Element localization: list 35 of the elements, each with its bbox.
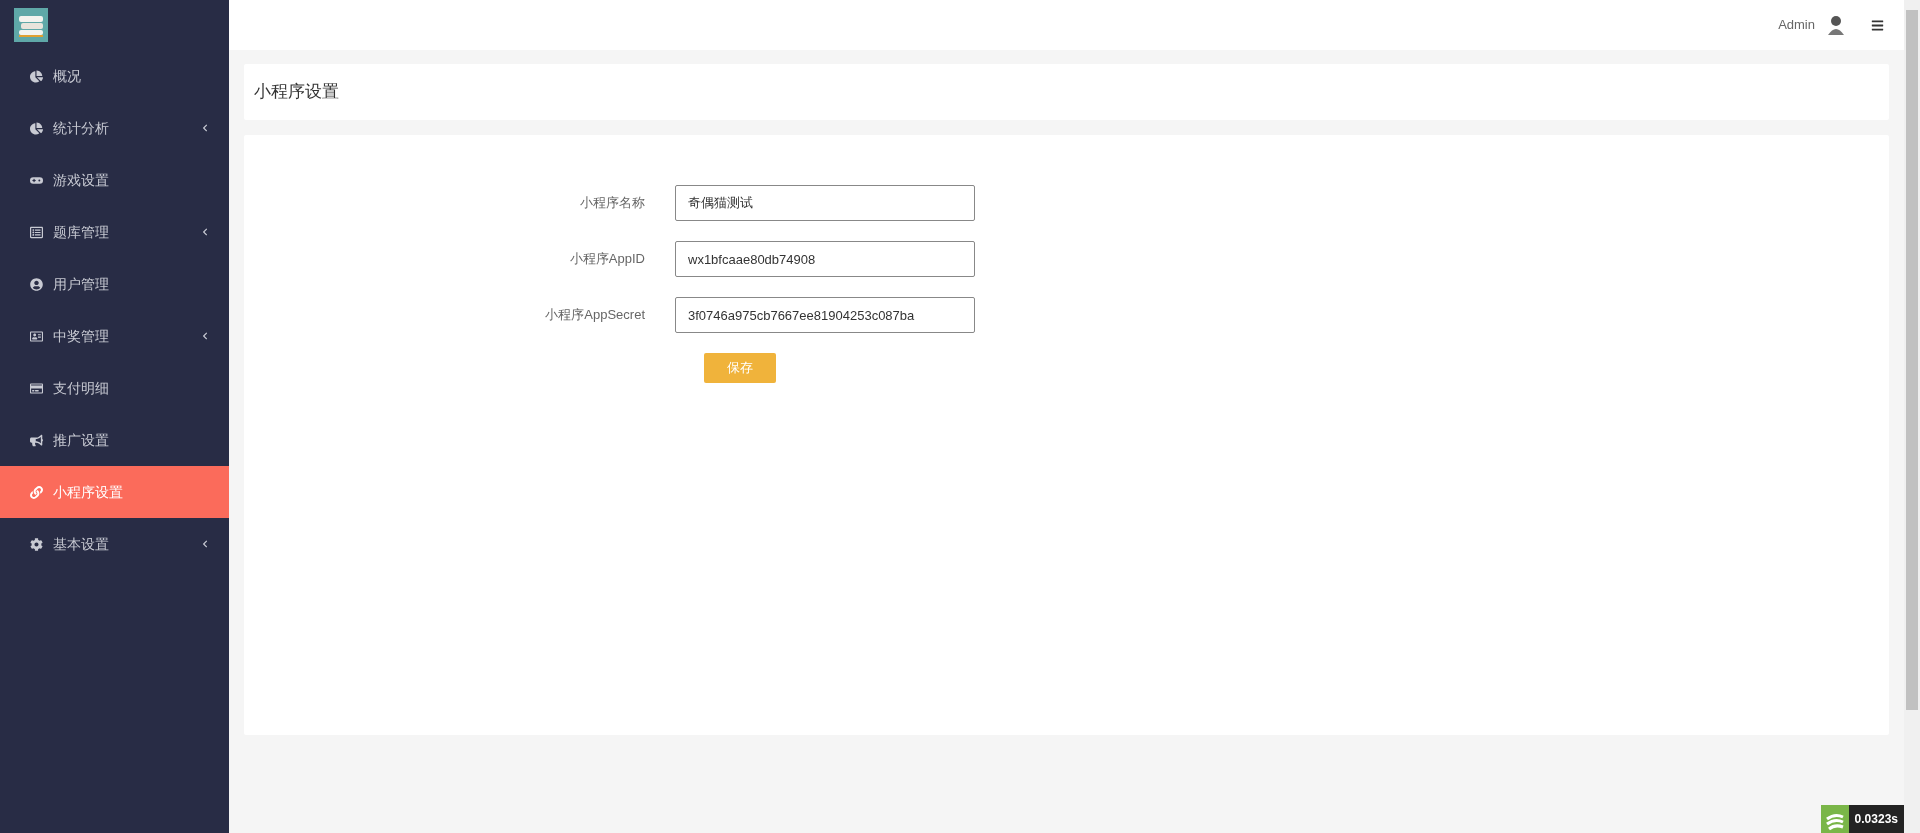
- sidebar-item[interactable]: 用户管理: [0, 258, 229, 310]
- logo-icon: [14, 8, 48, 42]
- scrollbar[interactable]: [1904, 0, 1920, 833]
- user-name[interactable]: Admin: [1778, 15, 1815, 35]
- trace-time: 0.0323s: [1848, 805, 1904, 833]
- chevron-left-icon: [201, 332, 209, 340]
- sidebar-item[interactable]: 推广设置: [0, 414, 229, 466]
- field-label: 小程序AppID: [568, 250, 646, 269]
- text-field[interactable]: wx1bfcaae80db74908: [675, 241, 975, 277]
- credit-card-icon: [30, 381, 43, 395]
- chevron-left-icon: [201, 540, 209, 548]
- sidebar-item[interactable]: 中奖管理: [0, 310, 229, 362]
- pie-chart-icon: [30, 69, 43, 83]
- list-icon: [30, 225, 43, 239]
- bullhorn-icon: [30, 433, 43, 447]
- sidebar-item[interactable]: 统计分析: [0, 102, 229, 154]
- text-field[interactable]: 奇偶猫测试: [675, 185, 975, 221]
- chevron-left-icon: [201, 124, 209, 132]
- text-field[interactable]: 3f0746a975cb7667ee81904253c087ba: [675, 297, 975, 333]
- menu-icon[interactable]: [1871, 18, 1884, 32]
- link-icon: [30, 485, 43, 499]
- pie-chart-icon: [30, 121, 43, 135]
- field-label: 小程序名称: [579, 194, 646, 213]
- sidebar-item[interactable]: 游戏设置: [0, 154, 229, 206]
- sidebar-item[interactable]: 基本设置: [0, 518, 229, 570]
- field-label: 小程序AppSecret: [544, 306, 646, 325]
- sidebar-item[interactable]: 概况: [0, 50, 229, 102]
- sidebar-item[interactable]: 支付明细: [0, 362, 229, 414]
- settings-icon: [30, 537, 43, 551]
- trace-logo-icon[interactable]: [1820, 805, 1849, 833]
- contact-card-icon: [30, 329, 43, 343]
- sidebar-item[interactable]: 题库管理: [0, 206, 229, 258]
- avatar-icon: [1827, 15, 1845, 35]
- chevron-left-icon: [201, 228, 209, 236]
- page-title: 小程序设置: [254, 81, 339, 104]
